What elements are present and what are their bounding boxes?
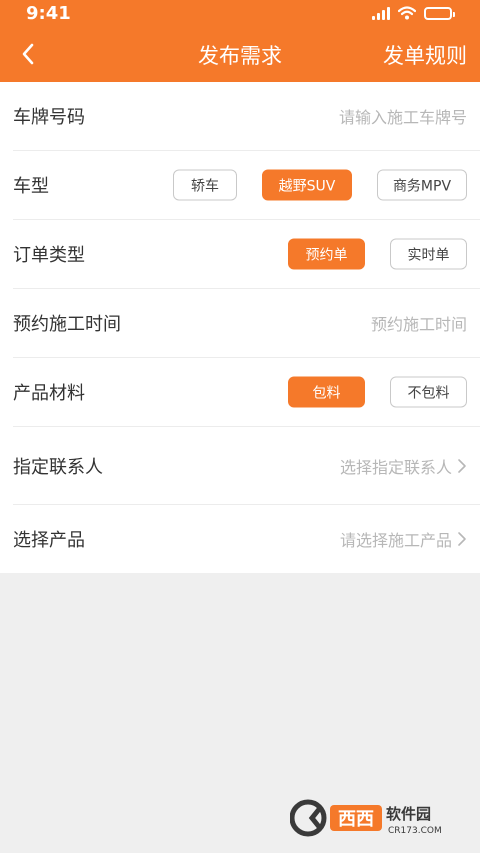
cellular-signal-icon bbox=[372, 6, 390, 20]
order-option-realtime[interactable]: 实时单 bbox=[390, 238, 467, 270]
service-time-row[interactable]: 预约施工时间 预约施工时间 bbox=[13, 289, 480, 358]
materials-option-included[interactable]: 包料 bbox=[288, 376, 365, 408]
vehicle-option-mpv[interactable]: 商务MPV bbox=[377, 169, 467, 201]
watermark-brand-rest: 软件园 bbox=[386, 805, 431, 823]
watermark-brand-part: 西西 bbox=[338, 809, 374, 830]
chevron-right-icon bbox=[458, 532, 466, 546]
contact-label: 指定联系人 bbox=[13, 456, 103, 478]
contact-selector[interactable]: 选择指定联系人 bbox=[340, 454, 467, 478]
chevron-right-icon bbox=[458, 458, 466, 473]
order-rules-link[interactable]: 发单规则 bbox=[383, 40, 467, 70]
vehicle-type-label: 车型 bbox=[13, 176, 49, 197]
battery-icon bbox=[424, 6, 455, 20]
materials-option-excluded[interactable]: 不包料 bbox=[390, 376, 467, 408]
vehicle-option-sedan[interactable]: 轿车 bbox=[173, 169, 237, 201]
wifi-icon bbox=[398, 6, 416, 20]
product-placeholder: 请选择施工产品 bbox=[339, 531, 452, 550]
status-time: 9:41 bbox=[26, 3, 71, 24]
product-label: 选择产品 bbox=[13, 530, 85, 551]
vehicle-type-row: 车型 轿车 越野SUV 商务MPV bbox=[13, 151, 480, 220]
navigation-header: 9:41 发布需求 发单规则 bbox=[0, 0, 480, 82]
order-type-options: 预约单 实时单 bbox=[288, 238, 467, 270]
order-option-reservation[interactable]: 预约单 bbox=[288, 238, 365, 270]
order-type-label: 订单类型 bbox=[13, 245, 85, 266]
vehicle-type-options: 轿车 越野SUV 商务MPV bbox=[173, 169, 467, 201]
site-watermark-logo: 西西 软件园 CR173.COM bbox=[290, 799, 442, 837]
materials-label: 产品材料 bbox=[13, 383, 85, 404]
plate-number-label: 车牌号码 bbox=[13, 107, 85, 128]
product-row[interactable]: 选择产品 请选择施工产品 bbox=[13, 505, 480, 573]
status-bar: 9:41 bbox=[0, 0, 480, 28]
order-type-row: 订单类型 预约单 实时单 bbox=[13, 220, 480, 289]
plate-number-row[interactable]: 车牌号码 请输入施工车牌号 bbox=[13, 82, 480, 151]
product-selector[interactable]: 请选择施工产品 bbox=[340, 527, 467, 551]
status-icons bbox=[372, 6, 455, 20]
watermark-url: CR173.COM bbox=[388, 826, 442, 836]
service-time-label: 预约施工时间 bbox=[13, 314, 121, 335]
service-time-input[interactable]: 预约施工时间 bbox=[371, 311, 467, 335]
contact-placeholder: 选择指定联系人 bbox=[339, 457, 452, 477]
vehicle-option-suv[interactable]: 越野SUV bbox=[262, 169, 352, 201]
contact-row[interactable]: 指定联系人 选择指定联系人 bbox=[13, 427, 480, 505]
materials-row: 产品材料 包料 不包料 bbox=[13, 358, 480, 427]
plate-number-input[interactable]: 请输入施工车牌号 bbox=[339, 104, 467, 128]
materials-options: 包料 不包料 bbox=[288, 376, 467, 408]
request-form: 车牌号码 请输入施工车牌号 车型 轿车 越野SUV 商务MPV 订单类型 预约单… bbox=[0, 82, 480, 573]
